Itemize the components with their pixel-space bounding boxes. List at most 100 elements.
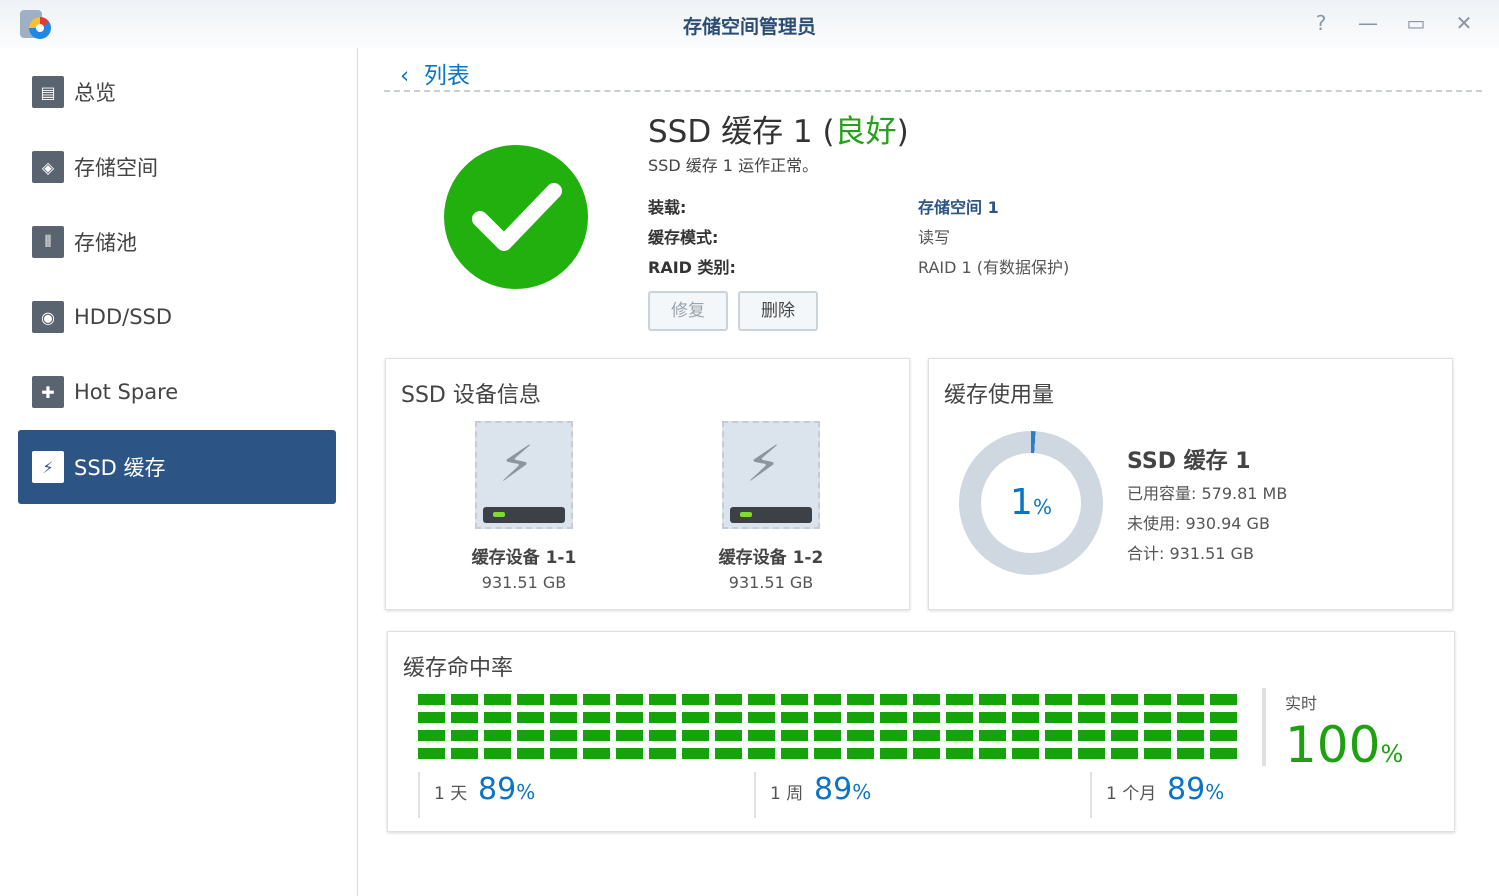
- cache-title: SSD 缓存 1 (良好): [648, 106, 909, 151]
- mounted-volume-link[interactable]: 存储空间 1: [918, 194, 999, 218]
- hit-rate-cell: [946, 748, 973, 759]
- hit-rate-cell: [847, 694, 874, 705]
- sidebar-item-volume[interactable]: ◈存储空间: [18, 130, 336, 204]
- hit-rate-cell: [1144, 712, 1171, 723]
- sidebar-item-ssd-cache[interactable]: ⚡SSD 缓存: [18, 430, 336, 504]
- stat-label: 1 个月: [1106, 784, 1156, 804]
- sidebar-item-label: Hot Spare: [74, 380, 178, 404]
- hit-rate-cell: [583, 712, 610, 723]
- detail-label: 缓存模式:: [648, 224, 718, 248]
- sidebar-item-hdd-ssd[interactable]: ◉HDD/SSD: [18, 280, 336, 354]
- delete-button[interactable]: 删除: [738, 291, 818, 331]
- hit-rate-cell: [1144, 730, 1171, 741]
- hit-rate-cell: [1177, 748, 1204, 759]
- cache-usage-panel: 缓存使用量 1% SSD 缓存 1 已用容量: 579.81 MB 未使用: 9…: [928, 358, 1453, 610]
- ssd-device-icon: ⚡: [475, 421, 573, 529]
- hit-rate-cell: [1012, 694, 1039, 705]
- stat-label: 1 周: [770, 784, 803, 804]
- hit-rate-cell: [1111, 712, 1138, 723]
- usage-donut-chart: 1%: [959, 431, 1103, 575]
- minimize-button[interactable]: —: [1355, 10, 1381, 36]
- hit-rate-cell: [1111, 694, 1138, 705]
- hit-rate-cell: [847, 730, 874, 741]
- sidebar-item-label: 存储空间: [74, 152, 158, 182]
- window-title: 存储空间管理员: [0, 12, 1499, 39]
- hit-rate-cell: [1045, 712, 1072, 723]
- hit-rate-cell: [1210, 712, 1237, 723]
- hit-rate-cell: [451, 730, 478, 741]
- hit-rate-day: 1 天 89%: [418, 772, 535, 818]
- hit-rate-cell: [517, 712, 544, 723]
- hit-rate-cell: [649, 748, 676, 759]
- maximize-button[interactable]: ▭: [1403, 10, 1429, 36]
- hit-rate-cell: [748, 730, 775, 741]
- hit-rate-cell: [1210, 730, 1237, 741]
- panel-title: 缓存使用量: [944, 377, 1054, 409]
- hit-rate-cell: [1144, 694, 1171, 705]
- sidebar-item-hot-spare[interactable]: ✚Hot Spare: [18, 355, 336, 429]
- ssd-cache-icon: ⚡: [32, 451, 64, 483]
- hit-rate-cell: [1045, 694, 1072, 705]
- percent-unit: %: [1380, 740, 1403, 768]
- device-name: 缓存设备 1-2: [691, 543, 851, 568]
- hit-rate-cell: [550, 712, 577, 723]
- hit-rate-cell: [550, 730, 577, 741]
- hit-rate-cell: [682, 694, 709, 705]
- hit-rate-cell: [1012, 730, 1039, 741]
- panel-title: 缓存命中率: [403, 650, 513, 682]
- hit-rate-cell: [550, 694, 577, 705]
- help-button[interactable]: ?: [1308, 10, 1334, 36]
- status-check-icon: [444, 145, 588, 289]
- stat-value: 89: [814, 772, 852, 807]
- cache-hit-rate-panel: 缓存命中率 实时 100% 1 天 89% 1 周 89% 1 个月 89%: [387, 631, 1455, 832]
- hit-rate-cell: [814, 730, 841, 741]
- detail-label: 装载:: [648, 194, 686, 218]
- stat-value: 89: [478, 772, 516, 807]
- usage-percent: 1: [1010, 482, 1033, 523]
- hit-rate-cell: [880, 730, 907, 741]
- hit-rate-cell: [418, 694, 445, 705]
- repair-button[interactable]: 修复: [648, 291, 728, 331]
- hit-rate-cell: [1078, 748, 1105, 759]
- divider: [1262, 688, 1266, 766]
- device-size: 931.51 GB: [444, 573, 604, 592]
- hit-rate-cell: [781, 730, 808, 741]
- hit-rate-cell: [946, 730, 973, 741]
- title-text: ): [897, 114, 909, 150]
- sidebar-item-storage-pool[interactable]: ⦀存储池: [18, 205, 336, 279]
- close-button[interactable]: ✕: [1451, 10, 1477, 36]
- hit-rate-cell: [484, 748, 511, 759]
- sidebar-item-label: 总览: [74, 77, 116, 107]
- hit-rate-cell: [781, 748, 808, 759]
- hit-rate-cell: [913, 694, 940, 705]
- back-label: 列表: [424, 63, 470, 89]
- storage-pool-icon: ⦀: [32, 226, 64, 258]
- percent-unit: %: [516, 780, 535, 804]
- percent-unit: %: [1033, 495, 1052, 519]
- sidebar: ▤ 总览 ◈存储空间 ⦀存储池 ◉HDD/SSD ✚Hot Spare ⚡SSD …: [0, 48, 358, 896]
- hit-rate-cell: [979, 694, 1006, 705]
- hit-rate-cell: [1012, 712, 1039, 723]
- hit-rate-cell: [979, 712, 1006, 723]
- hit-rate-cell: [715, 730, 742, 741]
- back-to-list-link[interactable]: ‹ 列表: [400, 56, 470, 90]
- hit-rate-cell: [1111, 748, 1138, 759]
- hit-rate-cell: [682, 748, 709, 759]
- percent-unit: %: [852, 780, 871, 804]
- hit-rate-cell: [913, 712, 940, 723]
- hit-rate-cell: [781, 694, 808, 705]
- free-capacity: 未使用: 930.94 GB: [1127, 510, 1270, 534]
- hit-rate-cell: [517, 694, 544, 705]
- hit-rate-cell: [1045, 730, 1072, 741]
- hit-rate-cell: [880, 748, 907, 759]
- hit-rate-cell: [484, 712, 511, 723]
- sidebar-item-overview[interactable]: ▤ 总览: [18, 55, 336, 129]
- hit-rate-cell: [748, 694, 775, 705]
- overview-icon: ▤: [32, 76, 64, 108]
- hit-rate-cell: [583, 748, 610, 759]
- hit-rate-cell: [979, 730, 1006, 741]
- detail-value: 读写: [918, 224, 950, 248]
- hit-rate-month: 1 个月 89%: [1090, 772, 1224, 818]
- hit-rate-cell: [418, 748, 445, 759]
- cache-name: SSD 缓存 1: [1127, 443, 1251, 475]
